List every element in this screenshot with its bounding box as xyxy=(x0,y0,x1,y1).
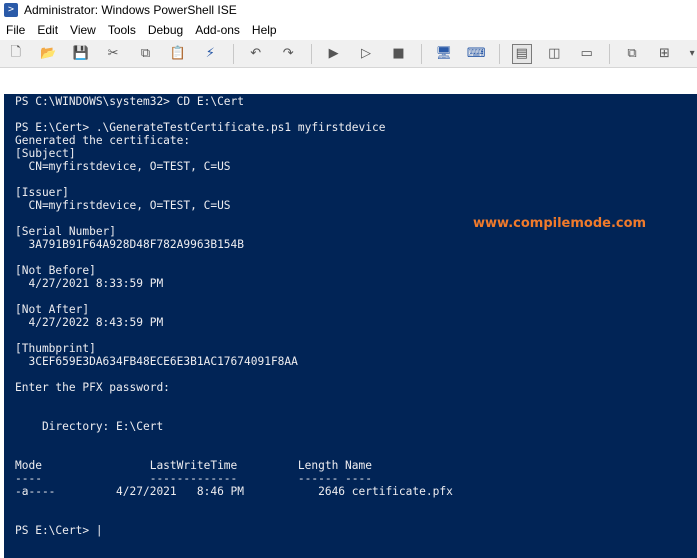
menu-view[interactable]: View xyxy=(64,21,102,40)
expand-icon[interactable]: ⊞ xyxy=(655,44,674,64)
title-bar: > Administrator: Windows PowerShell ISE xyxy=(0,0,697,20)
console-line: CN=myfirstdevice, O=TEST, C=US xyxy=(15,199,231,212)
new-icon[interactable]: 🗋 xyxy=(6,44,25,64)
menu-edit[interactable]: Edit xyxy=(31,21,64,40)
console-line: PS E:\Cert> .\GenerateTestCertificate.ps… xyxy=(15,121,386,134)
console-line: 4/27/2022 8:43:59 PM xyxy=(15,316,164,329)
console-line: 3A791B91F64A928D48F782A9963B154B xyxy=(15,238,245,251)
menu-help[interactable]: Help xyxy=(246,21,283,40)
layout-right-icon[interactable]: ◫ xyxy=(545,44,564,64)
paste-icon[interactable]: 📋 xyxy=(168,44,187,64)
toolbar-separator xyxy=(421,43,423,64)
toolbar-separator xyxy=(310,43,312,64)
console-line: 3CEF659E3DA634FB48ECE6E3B1AC17674091F8AA xyxy=(15,355,298,368)
console-line: [Thumbprint] xyxy=(15,342,96,355)
menu-debug[interactable]: Debug xyxy=(142,21,189,40)
script-pane-collapsed xyxy=(0,68,697,94)
menu-file[interactable]: File xyxy=(0,21,31,40)
console-output: PS C:\WINDOWS\system32> CD E:\Cert PS E:… xyxy=(4,94,697,537)
copy-icon[interactable]: ⧉ xyxy=(136,44,155,64)
console-line: [Subject] xyxy=(15,147,76,160)
toolbar-separator xyxy=(499,43,500,64)
toolbar-separator xyxy=(233,43,235,64)
layout-top-icon[interactable]: ▤ xyxy=(512,43,532,64)
console-line: [Not After] xyxy=(15,303,90,316)
console-line: Enter the PFX password: xyxy=(15,381,170,394)
remote-icon[interactable]: 🖥 xyxy=(434,44,453,64)
console-line: Directory: E:\Cert xyxy=(15,420,164,433)
console-line: [Not Before] xyxy=(15,264,96,277)
layout-max-icon[interactable]: ▭ xyxy=(577,44,596,64)
commands-icon[interactable]: ⧉ xyxy=(622,44,641,64)
console-line: [Serial Number] xyxy=(15,225,117,238)
watermark: www.compilemode.com xyxy=(473,216,647,231)
console-pane[interactable]: PS C:\WINDOWS\system32> CD E:\Cert PS E:… xyxy=(4,94,697,558)
console-line: Generated the certificate: xyxy=(15,134,191,147)
open-icon[interactable]: 📂 xyxy=(38,44,57,64)
powershell-icon: > xyxy=(4,3,18,17)
menu-addons[interactable]: Add-ons xyxy=(189,21,246,40)
console-line: PS C:\WINDOWS\system32> CD E:\Cert xyxy=(15,95,245,108)
console-line: ---- ------------- ------ ---- xyxy=(15,472,372,485)
window-title: Administrator: Windows PowerShell ISE xyxy=(24,3,237,17)
run-selection-icon[interactable]: ▷ xyxy=(356,44,375,64)
undo-icon[interactable]: ↶ xyxy=(246,44,265,64)
toolbar: 🗋 📂 💾 ✂ ⧉ 📋 ⚡ ↶ ↷ ▶ ▷ ■ 🖥 ⌨ ▤ ◫ ▭ ⧉ ⊞ ▾ xyxy=(0,40,697,68)
console-line: -a---- 4/27/2021 8:46 PM 2646 certificat… xyxy=(15,485,453,498)
console-line: Mode LastWriteTime Length Name xyxy=(15,459,372,472)
cut-icon[interactable]: ✂ xyxy=(103,44,122,64)
menu-bar: File Edit View Tools Debug Add-ons Help xyxy=(0,21,697,40)
save-icon[interactable]: 💾 xyxy=(71,44,90,64)
redo-icon[interactable]: ↷ xyxy=(278,44,297,64)
console-line: 4/27/2021 8:33:59 PM xyxy=(15,277,164,290)
toolbar-separator xyxy=(609,43,611,64)
powershell-tab-icon[interactable]: ⌨ xyxy=(467,44,486,64)
console-line: PS E:\Cert> | xyxy=(15,524,103,537)
more-icon[interactable]: ▾ xyxy=(687,44,697,64)
stop-icon[interactable]: ■ xyxy=(389,44,408,64)
clear-icon[interactable]: ⚡ xyxy=(201,44,220,64)
console-line: CN=myfirstdevice, O=TEST, C=US xyxy=(15,160,231,173)
run-icon[interactable]: ▶ xyxy=(324,44,343,64)
console-line: [Issuer] xyxy=(15,186,69,199)
menu-tools[interactable]: Tools xyxy=(102,21,142,40)
